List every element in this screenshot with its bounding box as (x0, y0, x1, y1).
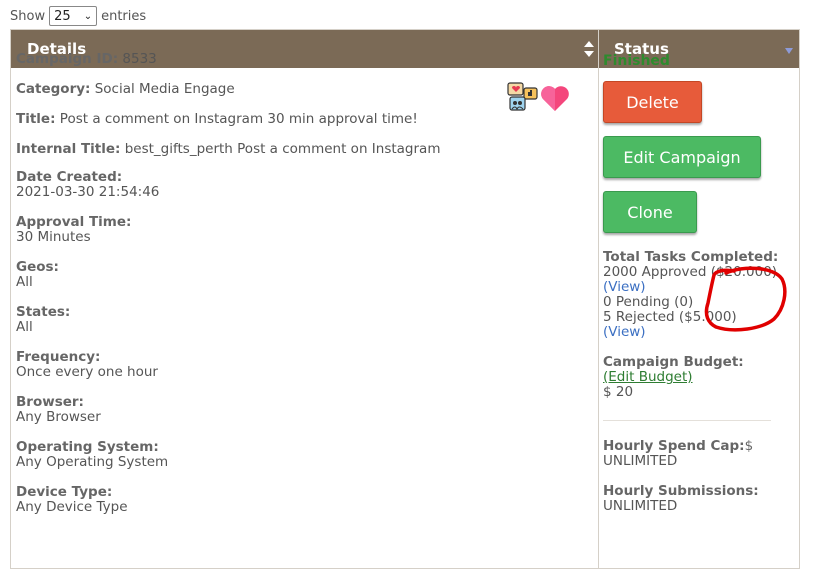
total-tasks-label: Total Tasks Completed: (603, 249, 779, 265)
campaign-id-row: Campaign ID: 8533 (16, 50, 576, 80)
details-cell: Campaign ID: 8533 Category: Social Media… (16, 50, 576, 530)
show-label: Show (10, 8, 46, 24)
hourly-cap-label: Hourly Spend Cap: (603, 438, 745, 454)
frequency-value: Once every one hour (16, 364, 158, 380)
hourly-submissions-value: UNLIMITED (603, 498, 678, 514)
entries-label: entries (101, 8, 147, 24)
hourly-cap-currency: $ (744, 438, 754, 454)
geos-row: Geos: All (16, 260, 576, 305)
frequency-label: Frequency: (16, 349, 101, 365)
view-rejected-link[interactable]: (View) (603, 324, 646, 340)
budget-section: Campaign Budget: (Edit Budget) $ 20 (603, 355, 783, 400)
social-media-icon (507, 82, 538, 111)
frequency-row: Frequency: Once every one hour (16, 350, 576, 395)
clone-button[interactable]: Clone (603, 191, 697, 233)
date-created-label: Date Created: (16, 169, 123, 185)
operating-system-value: Any Operating System (16, 454, 169, 470)
entries-select[interactable]: 25 ⌄ (49, 6, 98, 26)
states-row: States: All (16, 305, 576, 350)
browser-row: Browser: Any Browser (16, 395, 576, 440)
status-divider (603, 420, 771, 421)
category-row: Category: Social Media Engage (16, 80, 576, 110)
device-type-row: Device Type: Any Device Type (16, 485, 576, 530)
title-row: Title: Post a comment on Instagram 30 mi… (16, 110, 576, 140)
category-label: Category: (16, 81, 91, 97)
internal-title-label: Internal Title: (16, 141, 121, 157)
chevron-down-icon: ⌄ (83, 10, 93, 22)
view-approved-link[interactable]: (View) (603, 279, 646, 295)
date-created-row: Date Created: 2021-03-30 21:54:46 (16, 170, 576, 215)
internal-title-row: Internal Title: best_gifts_perth Post a … (16, 140, 576, 170)
device-type-value: Any Device Type (16, 499, 128, 515)
hourly-cap-value: UNLIMITED (603, 453, 678, 469)
delete-button[interactable]: Delete (603, 81, 702, 123)
approval-time-value: 30 Minutes (16, 229, 91, 245)
states-label: States: (16, 304, 71, 320)
approval-time-label: Approval Time: (16, 214, 132, 230)
internal-title-value: best_gifts_perth Post a comment on Insta… (124, 141, 441, 157)
hourly-cap-section: Hourly Spend Cap:$ UNLIMITED (603, 439, 783, 469)
hourly-submissions-section: Hourly Submissions: UNLIMITED (603, 484, 783, 514)
column-divider (598, 68, 599, 568)
browser-value: Any Browser (16, 409, 101, 425)
heart-icon (541, 86, 569, 111)
geos-value: All (16, 274, 33, 290)
campaign-id-label: Campaign ID: (16, 51, 119, 67)
title-label: Title: (16, 111, 56, 127)
approval-time-row: Approval Time: 30 Minutes (16, 215, 576, 260)
sort-desc-icon[interactable] (785, 48, 793, 54)
status-finished: Finished (603, 53, 670, 69)
states-value: All (16, 319, 33, 335)
budget-label: Campaign Budget: (603, 354, 744, 370)
header-divider (598, 30, 599, 68)
operating-system-row: Operating System: Any Operating System (16, 440, 576, 485)
title-value: Post a comment on Instagram 30 min appro… (59, 111, 418, 127)
campaign-id-value: 8533 (122, 51, 157, 67)
annotation-circle (704, 266, 787, 332)
geos-label: Geos: (16, 259, 59, 275)
date-created-value: 2021-03-30 21:54:46 (16, 184, 160, 200)
edit-budget-link[interactable]: (Edit Budget) (603, 369, 693, 385)
entries-select-value: 25 (54, 8, 71, 24)
operating-system-label: Operating System: (16, 439, 159, 455)
category-value: Social Media Engage (94, 81, 235, 97)
browser-label: Browser: (16, 394, 84, 410)
edit-campaign-button[interactable]: Edit Campaign (603, 136, 761, 178)
budget-value: $ 20 (603, 384, 634, 400)
length-menu: Show 25 ⌄ entries (10, 6, 146, 26)
device-type-label: Device Type: (16, 484, 113, 500)
sort-icon[interactable] (584, 41, 594, 57)
hourly-submissions-label: Hourly Submissions: (603, 483, 759, 499)
